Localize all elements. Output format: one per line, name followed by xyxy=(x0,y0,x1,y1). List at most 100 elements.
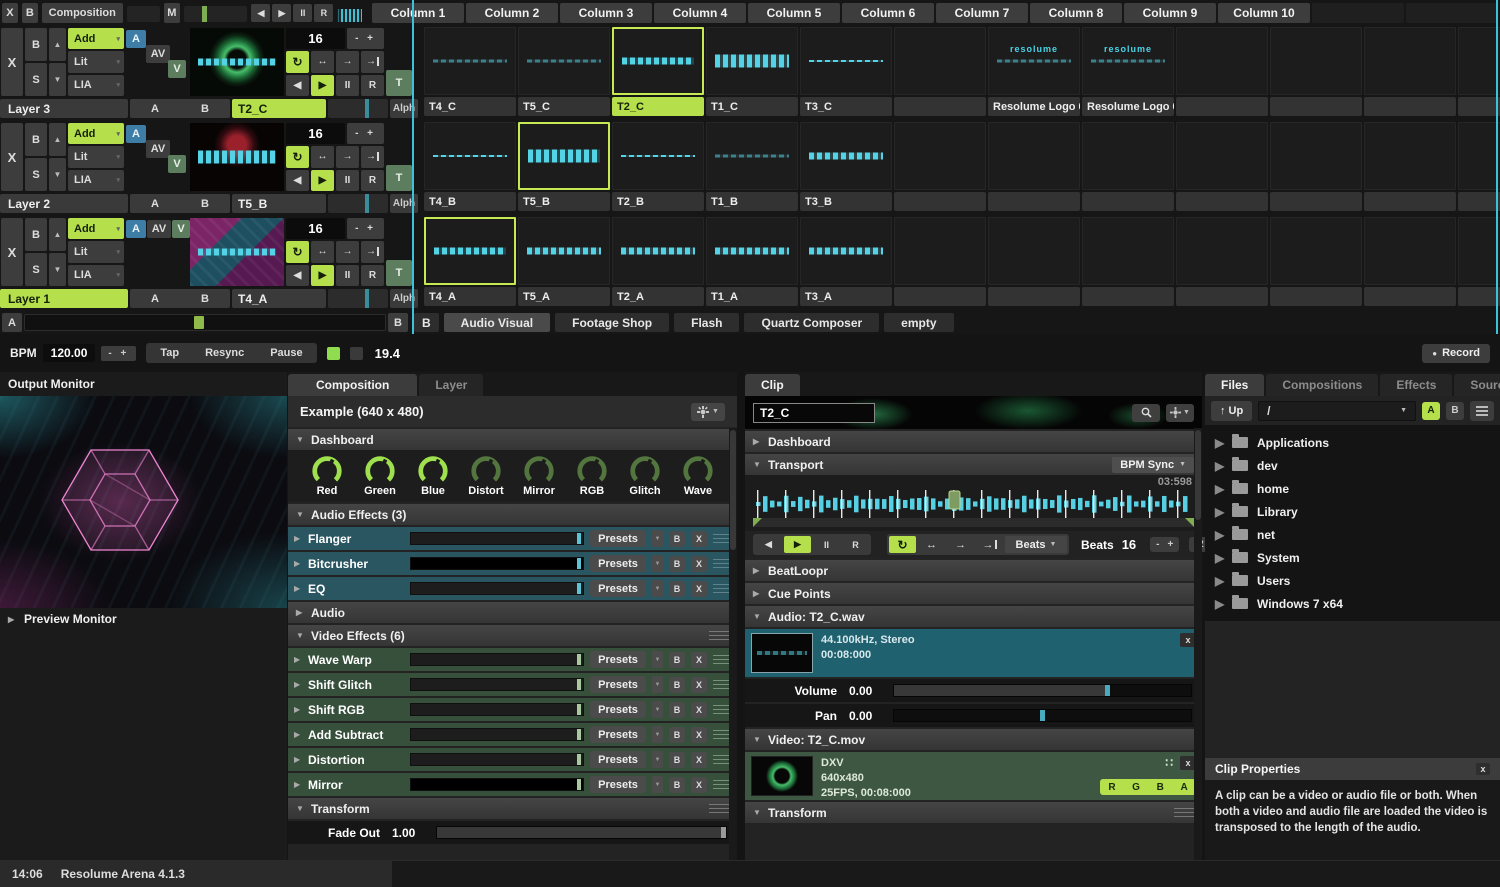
volume-value[interactable]: 0.00 xyxy=(837,684,893,698)
presets-button[interactable]: Presets xyxy=(590,651,646,668)
clip-scrollbar[interactable] xyxy=(1194,428,1202,860)
clip-cell[interactable]: T1_B xyxy=(706,122,798,214)
tab-effects[interactable]: Effects xyxy=(1380,374,1452,396)
effect-row[interactable]: ▶Add SubtractPresets▼BX xyxy=(288,723,737,746)
crossfader-slider[interactable] xyxy=(24,314,386,331)
column-header[interactable]: Column 7 xyxy=(936,3,1028,23)
lia-dropdown[interactable]: LIA▾ xyxy=(68,75,124,96)
metronome-indicator[interactable] xyxy=(327,347,340,360)
layer-video-button[interactable]: V xyxy=(172,220,190,238)
clip-cell[interactable]: T1_A xyxy=(706,217,798,309)
tab-sources[interactable]: Sources xyxy=(1454,374,1500,396)
play-hold-button[interactable]: → xyxy=(361,146,384,167)
beats-minus-plus[interactable]: -+ xyxy=(1150,537,1179,552)
clip-cell[interactable] xyxy=(1176,27,1268,119)
presets-button[interactable]: Presets xyxy=(590,530,646,547)
tree-folder-row[interactable]: ▶System xyxy=(1205,546,1500,569)
clip-pause-button[interactable]: II xyxy=(813,536,840,553)
clip-cell[interactable] xyxy=(1176,122,1268,214)
channel-r[interactable]: R xyxy=(1108,782,1115,793)
channel-b[interactable]: B xyxy=(1157,782,1164,793)
dashboard-knob[interactable]: Glitch xyxy=(623,453,667,502)
fullscreen-icon[interactable]: ∷ xyxy=(1165,756,1174,770)
layer-beats-minus-plus[interactable]: - + xyxy=(347,218,384,239)
layer-prev-button[interactable]: ◀ xyxy=(286,75,309,96)
layer-audio-button[interactable]: A xyxy=(126,125,146,143)
layer-position-strip[interactable] xyxy=(328,194,388,213)
clip-timeline[interactable]: 03:598 xyxy=(745,475,1202,531)
loop-mode-button[interactable]: ↻ xyxy=(286,51,309,72)
lit-dropdown[interactable]: Lit▾ xyxy=(68,146,124,167)
effect-slider[interactable] xyxy=(410,703,584,716)
dashboard-knob[interactable]: Wave xyxy=(676,453,720,502)
expand-arrow-icon[interactable]: ▶ xyxy=(1215,505,1223,519)
layer-position-strip[interactable] xyxy=(328,99,388,118)
clip-transform-header[interactable]: ▼Transform xyxy=(745,802,1202,823)
lia-dropdown[interactable]: LIA▾ xyxy=(68,170,124,191)
bpm-sync-dropdown[interactable]: BPM Sync▼ xyxy=(1112,457,1194,473)
presets-caret[interactable]: ▼ xyxy=(652,580,663,597)
deck-x-button[interactable]: X xyxy=(2,3,18,23)
clip-cell[interactable] xyxy=(1270,27,1362,119)
loop-range-bar[interactable] xyxy=(753,518,1194,527)
tree-folder-row[interactable]: ▶Windows 7 x64 xyxy=(1205,592,1500,615)
clip-cell[interactable]: T2_C xyxy=(612,27,704,119)
layer-up-button[interactable]: ▲ xyxy=(49,123,66,156)
effect-remove-button[interactable]: X xyxy=(691,752,707,768)
layer-video-button[interactable]: V xyxy=(168,155,186,173)
audio-effects-section-header[interactable]: ▼Audio Effects (3) xyxy=(288,504,737,525)
expand-arrow-icon[interactable]: ▶ xyxy=(1215,482,1223,496)
layer-bypass-button[interactable]: B xyxy=(25,123,47,156)
tree-folder-row[interactable]: ▶home xyxy=(1205,477,1500,500)
effect-remove-button[interactable]: X xyxy=(691,702,707,718)
effect-remove-button[interactable]: X xyxy=(691,677,707,693)
layer-ab-a[interactable]: A xyxy=(151,293,159,305)
tab-compositions[interactable]: Compositions xyxy=(1266,374,1378,396)
layer-play-button[interactable]: ▶ xyxy=(311,170,334,191)
layer-solo-button[interactable]: S xyxy=(25,253,47,286)
deck-record-trigger-button[interactable]: R xyxy=(314,4,333,22)
dashboard-knob[interactable]: RGB xyxy=(570,453,614,502)
dashboard-knob[interactable]: Distort xyxy=(464,453,508,502)
beats-dropdown[interactable]: Beats▼ xyxy=(1005,536,1067,553)
lit-dropdown[interactable]: Lit▾ xyxy=(68,51,124,72)
output-monitor-header[interactable]: Output Monitor xyxy=(0,372,287,396)
clip-cell[interactable] xyxy=(1364,122,1456,214)
layer-ab-b[interactable]: B xyxy=(201,198,209,210)
layer-up-button[interactable]: ▲ xyxy=(49,218,66,251)
presets-button[interactable]: Presets xyxy=(590,751,646,768)
audio-file-row[interactable]: 44.100kHz, Stereo 00:08:000 x xyxy=(745,629,1202,677)
presets-caret[interactable]: ▼ xyxy=(652,726,663,743)
layer-t-button[interactable]: T xyxy=(386,70,412,96)
effect-slider[interactable] xyxy=(410,582,584,595)
layer-video-button[interactable]: V xyxy=(168,60,186,78)
tab-composition[interactable]: Composition xyxy=(288,374,417,396)
layer-clear-button[interactable]: X xyxy=(1,28,23,96)
layer-t-button[interactable]: T xyxy=(386,260,412,286)
expand-arrow-icon[interactable]: ▶ xyxy=(294,680,302,689)
effect-row[interactable]: ▶Shift GlitchPresets▼BX xyxy=(288,673,737,696)
effect-bypass-button[interactable]: B xyxy=(669,652,685,668)
layer-audiovisual-button[interactable]: AV xyxy=(147,220,171,238)
tree-folder-row[interactable]: ▶dev xyxy=(1205,454,1500,477)
presets-caret[interactable]: ▼ xyxy=(652,676,663,693)
clip-prev-button[interactable]: ◀ xyxy=(755,536,782,553)
presets-button[interactable]: Presets xyxy=(590,676,646,693)
active-clip-label[interactable]: T5_B xyxy=(232,194,326,213)
clip-cell[interactable] xyxy=(988,122,1080,214)
column-header[interactable]: Column 9 xyxy=(1124,3,1216,23)
layer-ab-a[interactable]: A xyxy=(151,198,159,210)
group-tab[interactable]: empty xyxy=(884,313,953,332)
deck-b-button[interactable]: B xyxy=(22,3,38,23)
play-hold-button[interactable]: → xyxy=(976,536,1003,553)
record-button[interactable]: ●Record xyxy=(1422,344,1490,363)
clip-play-button[interactable]: ▶ xyxy=(784,536,811,553)
clip-cell[interactable]: T4_C xyxy=(424,27,516,119)
crossfader-b-button[interactable]: B xyxy=(388,313,408,332)
video-effects-section-header[interactable]: ▼Video Effects (6) xyxy=(288,625,737,646)
clip-cell[interactable] xyxy=(1458,122,1500,214)
presets-button[interactable]: Presets xyxy=(590,555,646,572)
clip-cell[interactable] xyxy=(1458,217,1500,309)
layer-r-button[interactable]: R xyxy=(361,170,384,191)
layer-down-button[interactable]: ▼ xyxy=(49,158,66,191)
